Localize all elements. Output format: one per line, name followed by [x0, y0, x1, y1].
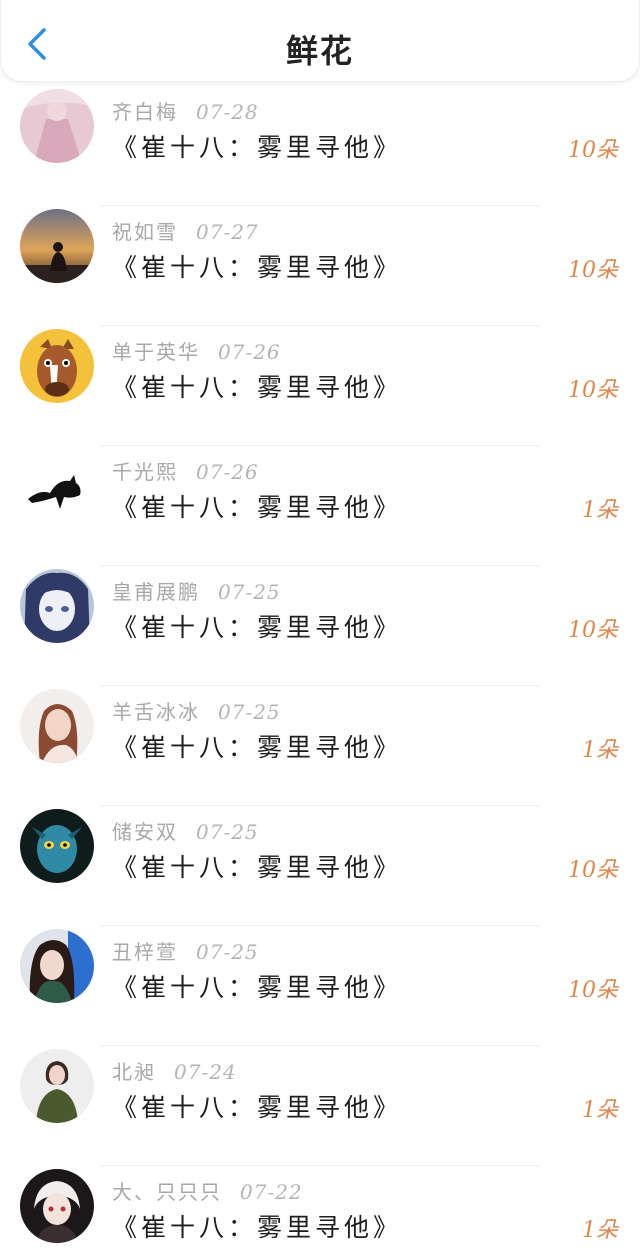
- gift-meta: 储安双 07-25: [112, 816, 259, 844]
- book-title[interactable]: 《崔十八：雾里寻他》: [112, 968, 402, 1004]
- gift-meta: 千光熙 07-26: [112, 456, 259, 484]
- gift-date: 07-25: [218, 580, 281, 604]
- gift-meta: 祝如雪 07-27: [112, 216, 259, 244]
- gift-date: 07-27: [196, 220, 259, 244]
- sender-name: 单于英华: [112, 340, 200, 364]
- book-title[interactable]: 《崔十八：雾里寻他》: [112, 368, 402, 404]
- anime-girl-avatar[interactable]: [20, 569, 94, 643]
- sender-name: 祝如雪: [112, 220, 178, 244]
- gift-date: 07-28: [196, 100, 259, 124]
- list-item[interactable]: 千光熙 07-26 《崔十八：雾里寻他》 1朵: [0, 446, 640, 566]
- sender-name: 储安双: [112, 820, 178, 844]
- book-title[interactable]: 《崔十八：雾里寻他》: [112, 608, 402, 644]
- flower-amount: 1朵: [582, 1098, 618, 1123]
- list-item[interactable]: 羊舌冰冰 07-25 《崔十八：雾里寻他》 1朵: [0, 686, 640, 806]
- gift-date: 07-24: [174, 1060, 237, 1084]
- blue-avatar-face-avatar[interactable]: [20, 809, 94, 883]
- sender-name: 齐白梅: [112, 100, 178, 124]
- gift-meta: 丑梓萱 07-25: [112, 936, 259, 964]
- list-item[interactable]: 大、只只只 07-22 《崔十八：雾里寻他》 1朵: [0, 1166, 640, 1260]
- list-item[interactable]: 北昶 07-24 《崔十八：雾里寻他》 1朵: [0, 1046, 640, 1166]
- gift-meta: 齐白梅 07-28: [112, 96, 259, 124]
- gift-meta: 北昶 07-24: [112, 1056, 237, 1084]
- book-title[interactable]: 《崔十八：雾里寻他》: [112, 488, 402, 524]
- flower-amount: 1朵: [582, 1218, 618, 1243]
- list-item[interactable]: 祝如雪 07-27 《崔十八：雾里寻他》 10朵: [0, 206, 640, 326]
- woman-green-coat-avatar[interactable]: [20, 1049, 94, 1123]
- list-item[interactable]: 单于英华 07-26 《崔十八：雾里寻他》 10朵: [0, 326, 640, 446]
- flower-amount: 10朵: [568, 378, 618, 403]
- sender-name: 大、只只只: [112, 1180, 222, 1204]
- sender-name: 羊舌冰冰: [112, 700, 200, 724]
- sender-name: 千光熙: [112, 460, 178, 484]
- flowers-page: 鲜花 齐白梅 07-28 《崔十八：雾里寻他》 10朵 祝如雪 07-27 《崔…: [0, 0, 640, 1260]
- book-title[interactable]: 《崔十八：雾里寻他》: [112, 848, 402, 884]
- flower-amount: 10朵: [568, 258, 618, 283]
- gift-date: 07-25: [196, 940, 259, 964]
- list-item[interactable]: 丑梓萱 07-25 《崔十八：雾里寻他》 10朵: [0, 926, 640, 1046]
- list-item[interactable]: 储安双 07-25 《崔十八：雾里寻他》 10朵: [0, 806, 640, 926]
- book-title[interactable]: 《崔十八：雾里寻他》: [112, 728, 402, 764]
- top-bar: 鲜花: [0, 0, 640, 82]
- book-title[interactable]: 《崔十八：雾里寻他》: [112, 248, 402, 284]
- woman-portrait-avatar[interactable]: [20, 689, 94, 763]
- gift-date: 07-26: [218, 340, 281, 364]
- flower-amount: 1朵: [582, 498, 618, 523]
- page-title: 鲜花: [285, 32, 354, 70]
- book-title[interactable]: 《崔十八：雾里寻他》: [112, 128, 402, 164]
- gift-date: 07-22: [240, 1180, 303, 1204]
- book-title[interactable]: 《崔十八：雾里寻他》: [112, 1208, 402, 1244]
- gift-meta: 羊舌冰冰 07-25: [112, 696, 281, 724]
- flower-amount: 1朵: [582, 738, 618, 763]
- black-cat-avatar[interactable]: [20, 449, 94, 523]
- sender-name: 皇甫展鹏: [112, 580, 200, 604]
- flower-amount: 10朵: [568, 618, 618, 643]
- sender-name: 丑梓萱: [112, 940, 178, 964]
- book-title[interactable]: 《崔十八：雾里寻他》: [112, 1088, 402, 1124]
- flower-gift-list: 齐白梅 07-28 《崔十八：雾里寻他》 10朵 祝如雪 07-27 《崔十八：…: [0, 86, 640, 1260]
- gift-date: 07-25: [196, 820, 259, 844]
- list-item[interactable]: 皇甫展鹏 07-25 《崔十八：雾里寻他》 10朵: [0, 566, 640, 686]
- gift-meta: 皇甫展鹏 07-25: [112, 576, 281, 604]
- anime-character-avatar[interactable]: [20, 1169, 94, 1243]
- gift-date: 07-26: [196, 460, 259, 484]
- pink-dress-avatar[interactable]: [20, 89, 94, 163]
- girl-scarf-avatar[interactable]: [20, 929, 94, 1003]
- cartoon-horse-avatar[interactable]: [20, 329, 94, 403]
- gift-meta: 大、只只只 07-22: [112, 1176, 303, 1204]
- flower-amount: 10朵: [568, 138, 618, 163]
- flower-amount: 10朵: [568, 858, 618, 883]
- flower-amount: 10朵: [568, 978, 618, 1003]
- list-item[interactable]: 齐白梅 07-28 《崔十八：雾里寻他》 10朵: [0, 86, 640, 206]
- sunset-silhouette-avatar[interactable]: [20, 209, 94, 283]
- gift-meta: 单于英华 07-26: [112, 336, 281, 364]
- sender-name: 北昶: [112, 1060, 156, 1084]
- gift-date: 07-25: [218, 700, 281, 724]
